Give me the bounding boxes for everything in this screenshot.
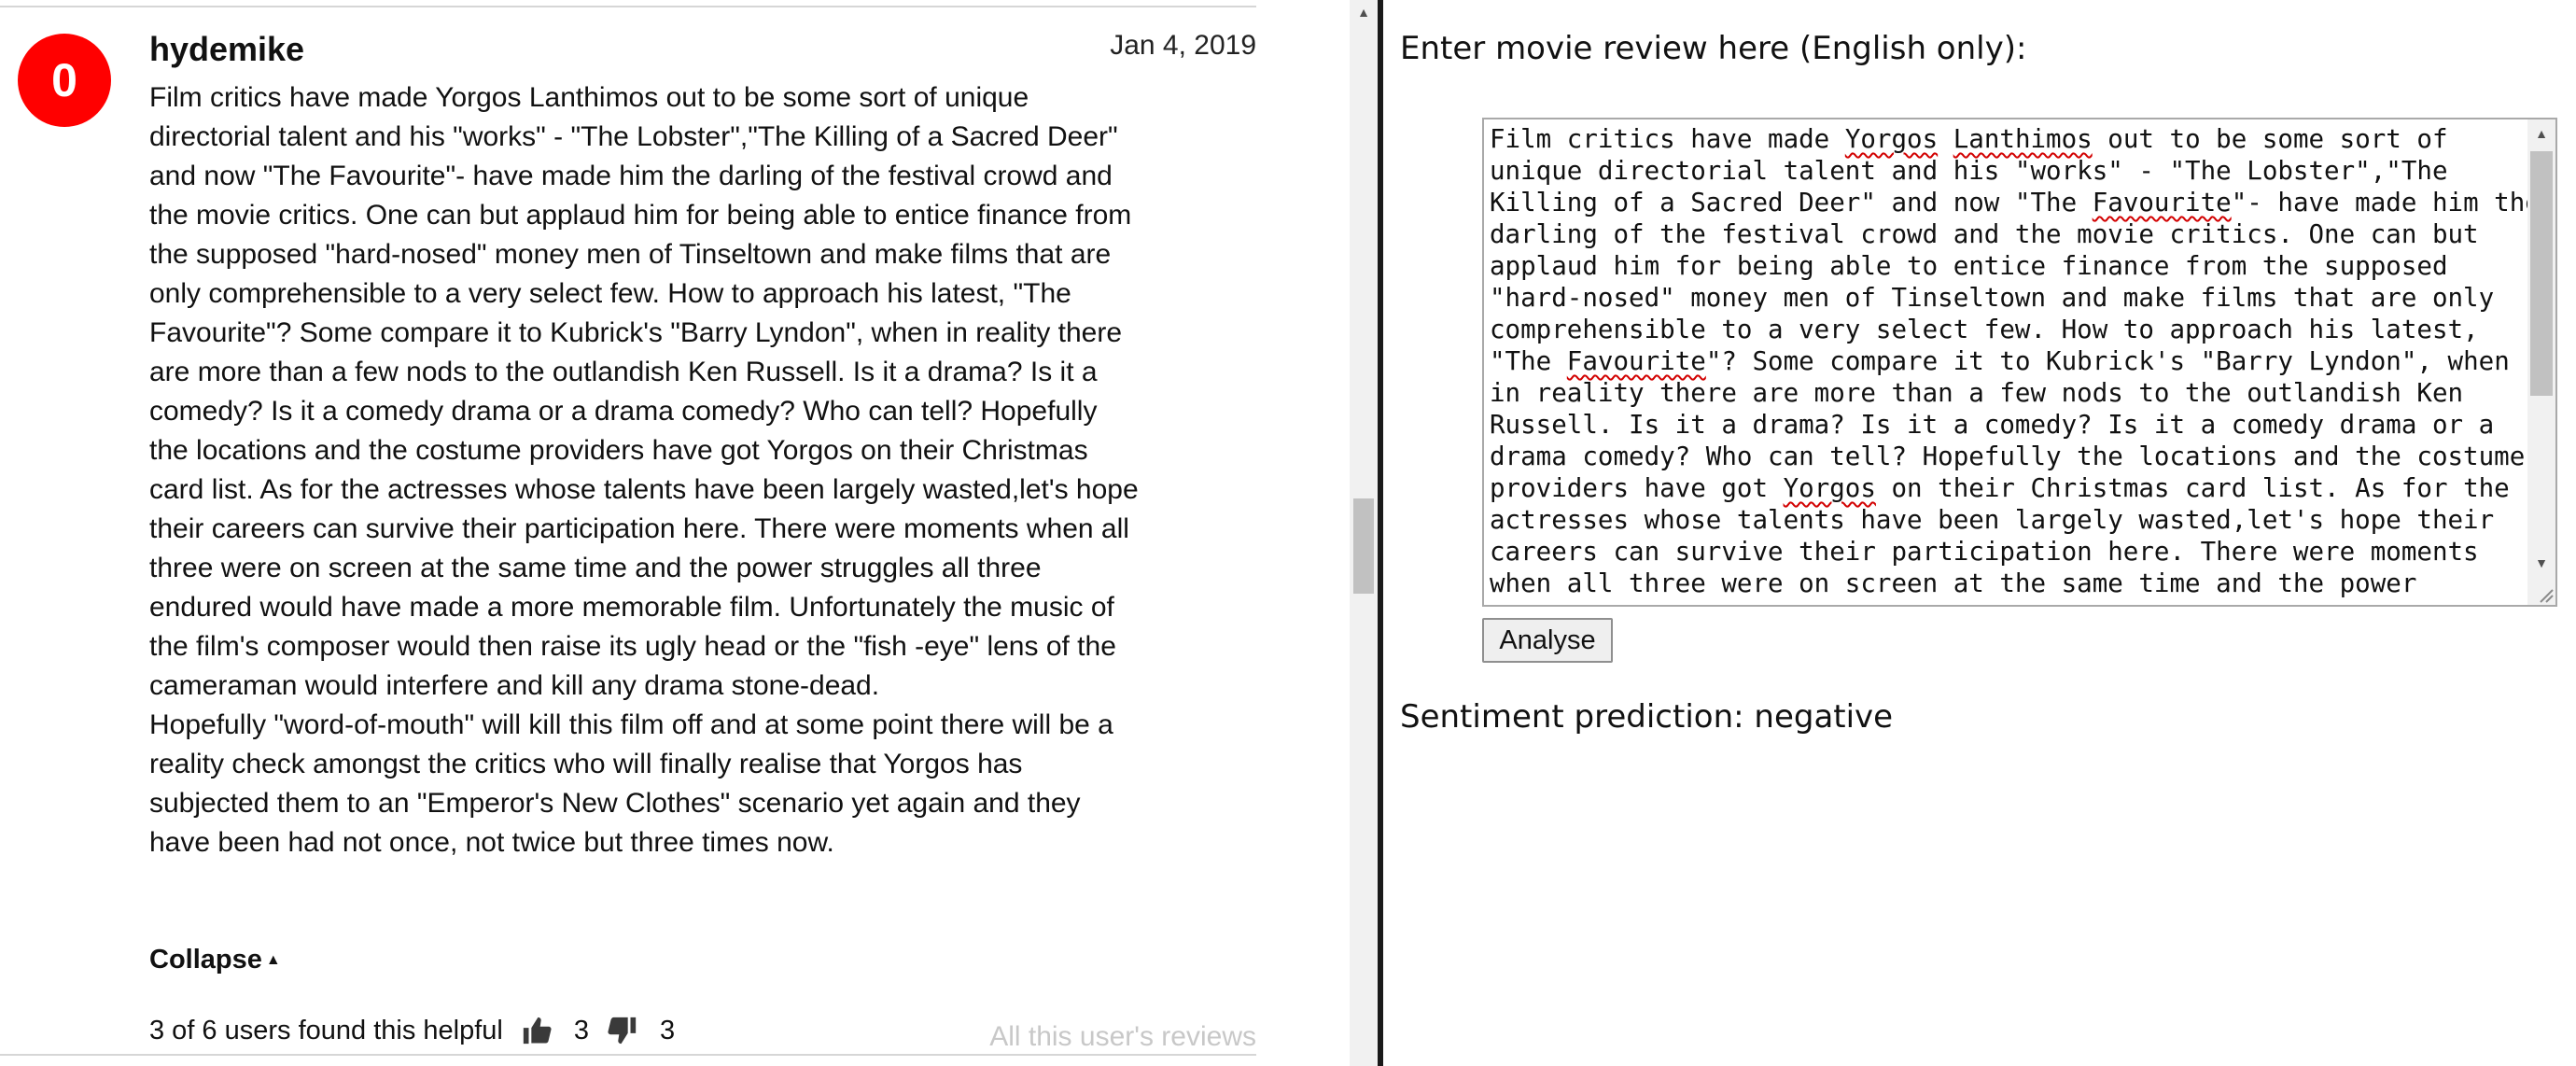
textarea-line: actresses whose talents have been largel… (1490, 505, 2495, 535)
thumbs-down-icon[interactable] (606, 1015, 639, 1046)
spellcheck-word: Yorgos (1844, 124, 1939, 154)
caret-up-icon: ▲ (265, 952, 281, 969)
scroll-up-arrow-icon[interactable]: ▲ (2527, 119, 2555, 147)
collapse-label: Collapse (149, 945, 262, 975)
textarea-scrollbar-thumb[interactable] (2530, 151, 2553, 396)
sentiment-analyzer-pane: Enter movie review here (English only): … (1383, 0, 2576, 1066)
textarea-line: applaud him for being able to entice fin… (1490, 251, 2448, 281)
review-pane-scrollbar[interactable]: ▲ (1350, 0, 1378, 1066)
review-textarea[interactable]: Film critics have made Yorgos Lanthimos … (1482, 118, 2557, 607)
spellcheck-word: Favourite (1566, 346, 1706, 376)
textarea-line: careers can survive their participation … (1490, 537, 2479, 567)
review-textarea-content[interactable]: Film critics have made Yorgos Lanthimos … (1484, 119, 2531, 605)
textarea-line: Killing of a Sacred Deer" and now "The F… (1490, 188, 2531, 217)
textarea-line: Film critics have made Yorgos Lanthimos … (1490, 124, 2448, 154)
review-pane: 0 hydemike Jan 4, 2019 Film critics have… (0, 0, 1350, 1066)
textarea-line: when all three were on screen at the sam… (1490, 568, 2417, 598)
helpful-text: 3 of 6 users found this helpful (149, 1015, 503, 1045)
textarea-line: unique directorial talent and his "works… (1490, 156, 2448, 186)
review-body: Film critics have made Yorgos Lanthimos … (149, 78, 1139, 863)
scrollbar-thumb[interactable] (1353, 498, 1374, 594)
all-user-reviews-link[interactable]: All this user's reviews (989, 1021, 1256, 1053)
textarea-line: "hard-nosed" money men of Tinseltown and… (1490, 283, 2495, 313)
thumbs-up-count: 3 (573, 1015, 589, 1045)
review-username[interactable]: hydemike (149, 30, 304, 69)
textarea-line: "The Favourite"? Some compare it to Kubr… (1490, 346, 2510, 376)
score-value: 0 (51, 54, 77, 106)
textarea-line: in reality there are more than a few nod… (1490, 378, 2464, 408)
scroll-down-arrow-icon[interactable]: ▼ (2527, 549, 2555, 577)
textarea-line: Russell. Is it a drama? Is it a comedy? … (1490, 410, 2495, 440)
thumbs-down-count: 3 (660, 1015, 676, 1045)
divider-bottom (0, 1054, 1256, 1056)
scroll-up-arrow-icon[interactable]: ▲ (1350, 0, 1378, 24)
textarea-scrollbar[interactable]: ▲ ▼ (2527, 119, 2555, 605)
textarea-line: comprehensible to a very select few. How… (1490, 315, 2479, 344)
review-input-label: Enter movie review here (English only): (1400, 30, 2027, 67)
spellcheck-word: Yorgos (1783, 473, 1876, 503)
review-paragraph-1: Film critics have made Yorgos Lanthimos … (149, 82, 1139, 701)
textarea-line: providers have got Yorgos on their Chris… (1490, 473, 2510, 503)
divider-top (0, 6, 1256, 7)
thumbs-up-icon[interactable] (520, 1015, 553, 1046)
spellcheck-word: Favourite (2092, 188, 2232, 217)
analyse-button[interactable]: Analyse (1482, 618, 1613, 663)
review-date: Jan 4, 2019 (1110, 30, 1256, 61)
spellcheck-word: Lanthimos (1953, 124, 2093, 154)
helpful-row: 3 of 6 users found this helpful 3 3 (149, 1014, 675, 1047)
sentiment-prediction: Sentiment prediction: negative (1400, 698, 1894, 736)
resize-handle-icon[interactable] (2535, 584, 2554, 603)
score-badge: 0 (18, 34, 111, 127)
textarea-line: drama comedy? Who can tell? Hopefully th… (1490, 442, 2526, 471)
collapse-link[interactable]: Collapse ▲ (149, 945, 281, 975)
textarea-line: darling of the festival crowd and the mo… (1490, 219, 2479, 249)
review-paragraph-2: Hopefully "word-of-mouth" will kill this… (149, 709, 1113, 858)
